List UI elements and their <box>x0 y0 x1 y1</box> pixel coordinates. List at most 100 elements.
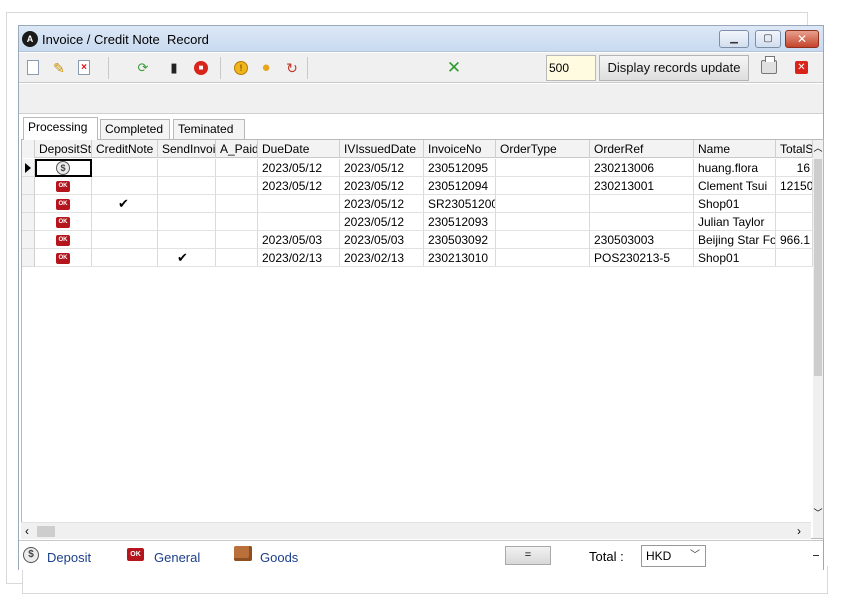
row-header[interactable] <box>22 249 35 267</box>
equals-button[interactable]: = <box>505 546 551 565</box>
invoice-no-cell[interactable]: SR230512001 <box>424 195 496 213</box>
total-cell[interactable]: 16 <box>776 159 813 177</box>
deposit-status-cell[interactable]: OK <box>35 177 92 195</box>
order-type-cell[interactable] <box>496 231 590 249</box>
column-header[interactable]: InvoiceNo <box>424 140 496 158</box>
total-cell[interactable] <box>776 213 813 231</box>
table-row[interactable]: $ 2023/05/12 2023/05/12 230512095 230213… <box>22 159 813 177</box>
total-cell[interactable]: 966.1 <box>776 231 813 249</box>
send-invoice-cell[interactable]: ✔ <box>158 249 216 267</box>
credit-note-cell[interactable]: ✔ <box>92 195 158 213</box>
credit-note-cell[interactable] <box>92 231 158 249</box>
send-invoice-cell[interactable] <box>158 195 216 213</box>
row-header[interactable] <box>22 231 35 249</box>
issued-date-cell[interactable]: 2023/05/12 <box>340 159 424 177</box>
credit-note-cell[interactable] <box>92 213 158 231</box>
a-paid-cell[interactable] <box>216 195 258 213</box>
name-cell[interactable]: Clement Tsui <box>694 177 776 195</box>
row-header[interactable] <box>22 159 35 177</box>
row-header[interactable] <box>22 195 35 213</box>
a-paid-cell[interactable] <box>216 177 258 195</box>
order-ref-cell[interactable]: POS230213-5 <box>590 249 694 267</box>
window-close-button[interactable]: ✕ <box>785 30 819 48</box>
order-type-cell[interactable] <box>496 177 590 195</box>
invoice-no-cell[interactable]: 230213010 <box>424 249 496 267</box>
invoice-no-cell[interactable]: 230503092 <box>424 231 496 249</box>
total-cell[interactable] <box>776 249 813 267</box>
order-ref-cell[interactable]: 230213001 <box>590 177 694 195</box>
name-cell[interactable]: Beijing Star Food <box>694 231 776 249</box>
send-invoice-cell[interactable] <box>158 159 216 177</box>
new-doc-icon[interactable] <box>27 60 39 75</box>
column-header[interactable]: A_Paid <box>216 140 258 158</box>
column-header[interactable]: CreditNote <box>92 140 158 158</box>
credit-note-cell[interactable] <box>92 177 158 195</box>
due-date-cell[interactable]: 2023/05/12 <box>258 159 340 177</box>
display-records-update-button[interactable]: Display records update <box>599 55 749 81</box>
vertical-scroll-thumb[interactable] <box>814 159 822 376</box>
cancel-x-icon[interactable]: ✕ <box>445 59 463 77</box>
a-paid-cell[interactable] <box>216 231 258 249</box>
order-type-cell[interactable] <box>496 213 590 231</box>
issued-date-cell[interactable]: 2023/05/12 <box>340 195 424 213</box>
scroll-left-icon[interactable]: ‹ <box>25 523 29 540</box>
send-invoice-cell[interactable] <box>158 213 216 231</box>
column-header[interactable]: OrderType <box>496 140 590 158</box>
invoice-no-cell[interactable]: 230512095 <box>424 159 496 177</box>
order-ref-cell[interactable] <box>590 213 694 231</box>
order-type-cell[interactable] <box>496 249 590 267</box>
tab-teminated[interactable]: Teminated <box>173 119 245 139</box>
deposit-status-cell[interactable]: $ <box>35 159 92 177</box>
name-cell[interactable]: Julian Taylor <box>694 213 776 231</box>
column-header[interactable]: TotalS <box>776 140 813 158</box>
total-cell[interactable] <box>776 195 813 213</box>
due-date-cell[interactable]: 2023/05/03 <box>258 231 340 249</box>
name-cell[interactable]: huang.flora <box>694 159 776 177</box>
table-row[interactable]: OK 2023/05/12 230512093 Julian Taylor <box>22 213 813 231</box>
table-row[interactable]: OK 2023/05/12 2023/05/12 230512094 23021… <box>22 177 813 195</box>
invoice-no-cell[interactable]: 230512094 <box>424 177 496 195</box>
deposit-status-cell[interactable]: OK <box>35 213 92 231</box>
deposit-status-cell[interactable]: OK <box>35 195 92 213</box>
order-type-cell[interactable] <box>496 159 590 177</box>
column-header[interactable]: SendInvoic <box>158 140 216 158</box>
coin-icon[interactable]: ! <box>234 61 248 75</box>
order-ref-cell[interactable]: 230213006 <box>590 159 694 177</box>
issued-date-cell[interactable]: 2023/05/12 <box>340 213 424 231</box>
coins-icon[interactable]: ● <box>257 59 275 77</box>
deposit-status-cell[interactable]: OK <box>35 249 92 267</box>
scroll-down-icon[interactable]: ﹀ <box>813 508 823 518</box>
issued-date-cell[interactable]: 2023/05/03 <box>340 231 424 249</box>
horizontal-scroll-thumb[interactable] <box>37 526 55 537</box>
recycle-icon[interactable]: ↻ <box>283 59 301 77</box>
a-paid-cell[interactable] <box>216 159 258 177</box>
due-date-cell[interactable] <box>258 195 340 213</box>
a-paid-cell[interactable] <box>216 213 258 231</box>
delete-doc-icon[interactable]: × <box>78 60 90 75</box>
refresh-icon[interactable]: ⟳ <box>134 59 152 77</box>
order-type-cell[interactable] <box>496 195 590 213</box>
close-icon[interactable]: ✕ <box>795 61 808 74</box>
send-invoice-cell[interactable] <box>158 231 216 249</box>
order-ref-cell[interactable]: 230503003 <box>590 231 694 249</box>
maximize-button[interactable]: ▢ <box>755 30 781 48</box>
name-cell[interactable]: Shop01 <box>694 249 776 267</box>
total-cell[interactable]: 12150 <box>776 177 813 195</box>
credit-note-cell[interactable] <box>92 249 158 267</box>
record-limit-input[interactable] <box>546 55 596 81</box>
a-paid-cell[interactable] <box>216 249 258 267</box>
due-date-cell[interactable] <box>258 213 340 231</box>
column-header[interactable]: OrderRef <box>590 140 694 158</box>
send-invoice-cell[interactable] <box>158 177 216 195</box>
issued-date-cell[interactable]: 2023/05/12 <box>340 177 424 195</box>
issued-date-cell[interactable]: 2023/02/13 <box>340 249 424 267</box>
column-header[interactable]: DueDate <box>258 140 340 158</box>
due-date-cell[interactable]: 2023/05/12 <box>258 177 340 195</box>
edit-pencil-icon[interactable]: ✎ <box>50 59 68 77</box>
deposit-status-cell[interactable]: OK <box>35 231 92 249</box>
column-header[interactable]: DepositSta <box>35 140 92 158</box>
vertical-scrollbar[interactable]: ︿ ﹀ <box>813 140 823 538</box>
table-row[interactable]: OK ✔ 2023/05/12 SR230512001 Shop01 <box>22 195 813 213</box>
due-date-cell[interactable]: 2023/02/13 <box>258 249 340 267</box>
credit-note-cell[interactable] <box>92 159 158 177</box>
